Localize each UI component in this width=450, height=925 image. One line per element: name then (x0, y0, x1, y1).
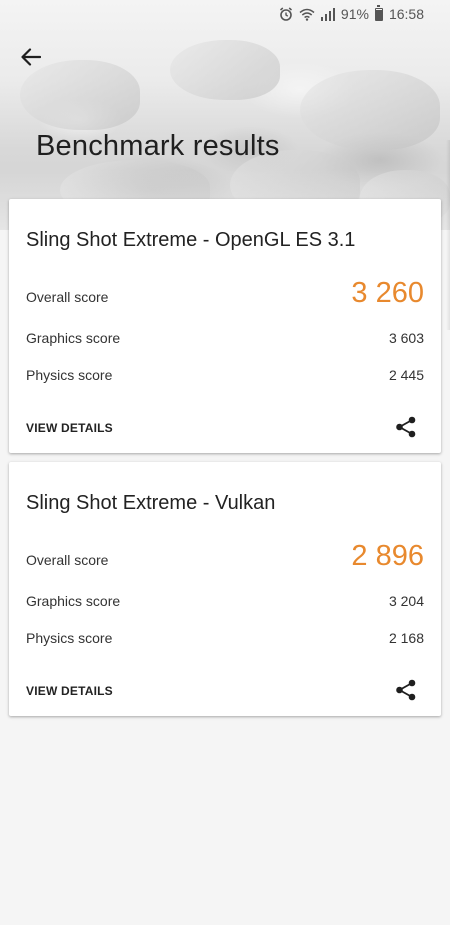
result-card: Sling Shot Extreme - OpenGL ES 3.1 Overa… (9, 199, 441, 453)
graphics-score-value: 3 204 (388, 593, 424, 609)
overall-score-row: Overall score 2 896 (26, 540, 424, 573)
share-button[interactable] (393, 414, 419, 440)
header-background-image (0, 0, 450, 230)
edge-panel-handle[interactable] (446, 140, 450, 330)
share-icon (396, 679, 416, 701)
alarm-icon (279, 7, 293, 21)
battery-percent: 91% (340, 6, 369, 22)
graphics-score-row: Graphics score 3 204 (26, 593, 424, 609)
share-button[interactable] (393, 677, 419, 703)
graphics-score-label: Graphics score (26, 593, 121, 609)
back-button[interactable] (14, 40, 48, 74)
wifi-icon (299, 8, 315, 21)
view-details-button[interactable]: VIEW DETAILS (26, 421, 113, 435)
clock: 16:58 (388, 6, 424, 22)
back-arrow-icon (21, 48, 41, 66)
graphics-score-label: Graphics score (26, 330, 121, 346)
test-title: Sling Shot Extreme - Vulkan (26, 492, 276, 514)
overall-score-row: Overall score 3 260 (26, 277, 424, 310)
physics-score-row: Physics score 2 168 (26, 630, 424, 646)
physics-score-label: Physics score (26, 630, 113, 646)
overall-score-value: 3 260 (351, 277, 424, 309)
test-title: Sling Shot Extreme - OpenGL ES 3.1 (26, 229, 356, 251)
view-details-button[interactable]: VIEW DETAILS (26, 684, 113, 698)
physics-score-value: 2 168 (388, 630, 424, 646)
physics-score-value: 2 445 (388, 367, 424, 383)
overall-score-label: Overall score (26, 552, 109, 568)
signal-icon (320, 7, 335, 21)
graphics-score-row: Graphics score 3 603 (26, 330, 424, 346)
overall-score-label: Overall score (26, 289, 109, 305)
physics-score-label: Physics score (26, 367, 113, 383)
battery-icon (374, 4, 383, 21)
result-card: Sling Shot Extreme - Vulkan Overall scor… (9, 462, 441, 716)
physics-score-row: Physics score 2 445 (26, 367, 424, 383)
graphics-score-value: 3 603 (388, 330, 424, 346)
page-title: Benchmark results (36, 130, 280, 162)
status-bar: 91% 16:58 (0, 0, 450, 28)
share-icon (396, 416, 416, 438)
overall-score-value: 2 896 (351, 540, 424, 572)
